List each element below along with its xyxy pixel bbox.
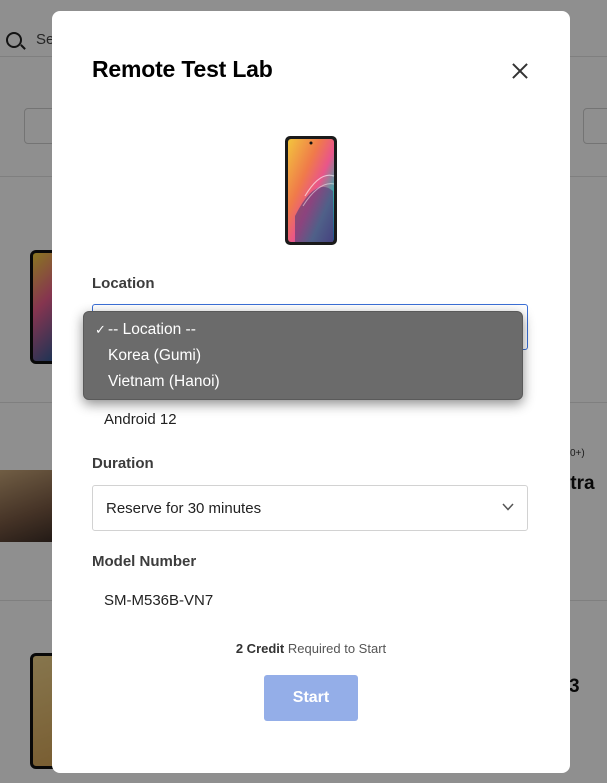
credit-text: Required to Start bbox=[284, 641, 387, 656]
duration-label: Duration bbox=[92, 455, 154, 472]
location-option-placeholder[interactable]: -- Location -- bbox=[108, 321, 196, 339]
model-number-value: SM-M536B-VN7 bbox=[104, 592, 214, 609]
location-option-vietnam[interactable]: Vietnam (Hanoi) bbox=[108, 373, 220, 391]
start-button[interactable]: Start bbox=[264, 675, 358, 721]
close-icon[interactable] bbox=[508, 59, 532, 83]
credit-requirement: 2 Credit Required to Start bbox=[52, 641, 570, 656]
credit-amount: 2 Credit bbox=[235, 641, 285, 656]
checkmark-icon: ✓ bbox=[95, 322, 106, 337]
location-option-korea[interactable]: Korea (Gumi) bbox=[108, 347, 201, 365]
phone-image bbox=[285, 136, 337, 245]
duration-selected-value: Reserve for 30 minutes bbox=[106, 500, 262, 517]
location-label: Location bbox=[92, 275, 155, 292]
chevron-down-icon bbox=[502, 503, 514, 511]
os-version-value: Android 12 bbox=[104, 411, 177, 428]
modal-title: Remote Test Lab bbox=[92, 56, 273, 82]
model-number-label: Model Number bbox=[92, 553, 197, 570]
location-dropdown-menu: ✓ -- Location -- Korea (Gumi) Vietnam (H… bbox=[83, 311, 523, 400]
duration-select[interactable]: Reserve for 30 minutes bbox=[92, 485, 528, 531]
